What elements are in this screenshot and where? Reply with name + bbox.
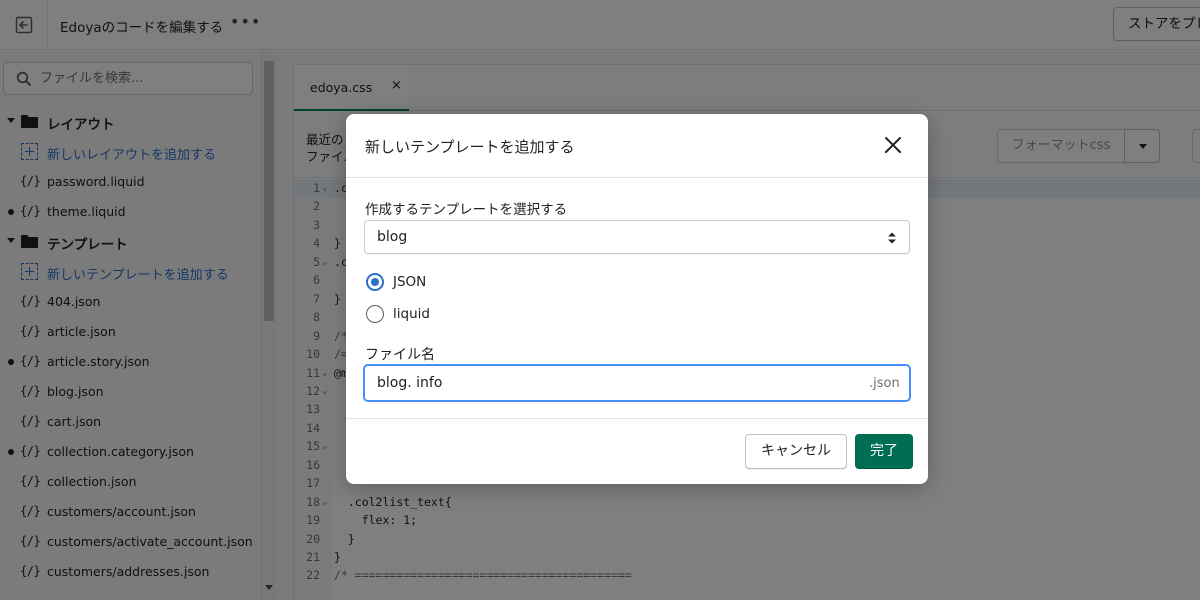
modal-header: 新しいテンプレートを追加する <box>346 114 928 178</box>
modal-title: 新しいテンプレートを追加する <box>365 138 575 156</box>
cancel-button[interactable]: キャンセル <box>745 434 847 469</box>
radio-liquid-label: liquid <box>393 306 430 322</box>
filename-field[interactable]: .json <box>363 364 911 402</box>
filename-input[interactable] <box>377 375 837 391</box>
close-icon[interactable] <box>882 134 904 156</box>
template-select-value: blog <box>377 229 408 245</box>
template-select-label: 作成するテンプレートを選択する <box>365 202 568 218</box>
modal-body: 作成するテンプレートを選択する blog JSON liquid ファイル名 .… <box>346 179 928 419</box>
radio-json[interactable]: JSON <box>365 272 565 294</box>
radio-liquid[interactable]: liquid <box>365 304 565 326</box>
radio-json-label: JSON <box>393 274 427 290</box>
select-arrows-icon <box>888 232 896 244</box>
add-template-modal: 新しいテンプレートを追加する 作成するテンプレートを選択する blog JSON… <box>346 114 928 484</box>
done-button[interactable]: 完了 <box>855 434 913 469</box>
template-select[interactable]: blog <box>364 220 910 254</box>
radio-json-circle[interactable] <box>366 273 384 291</box>
filename-suffix: .json <box>869 376 900 391</box>
filename-label: ファイル名 <box>365 347 435 363</box>
radio-liquid-circle[interactable] <box>366 305 384 323</box>
